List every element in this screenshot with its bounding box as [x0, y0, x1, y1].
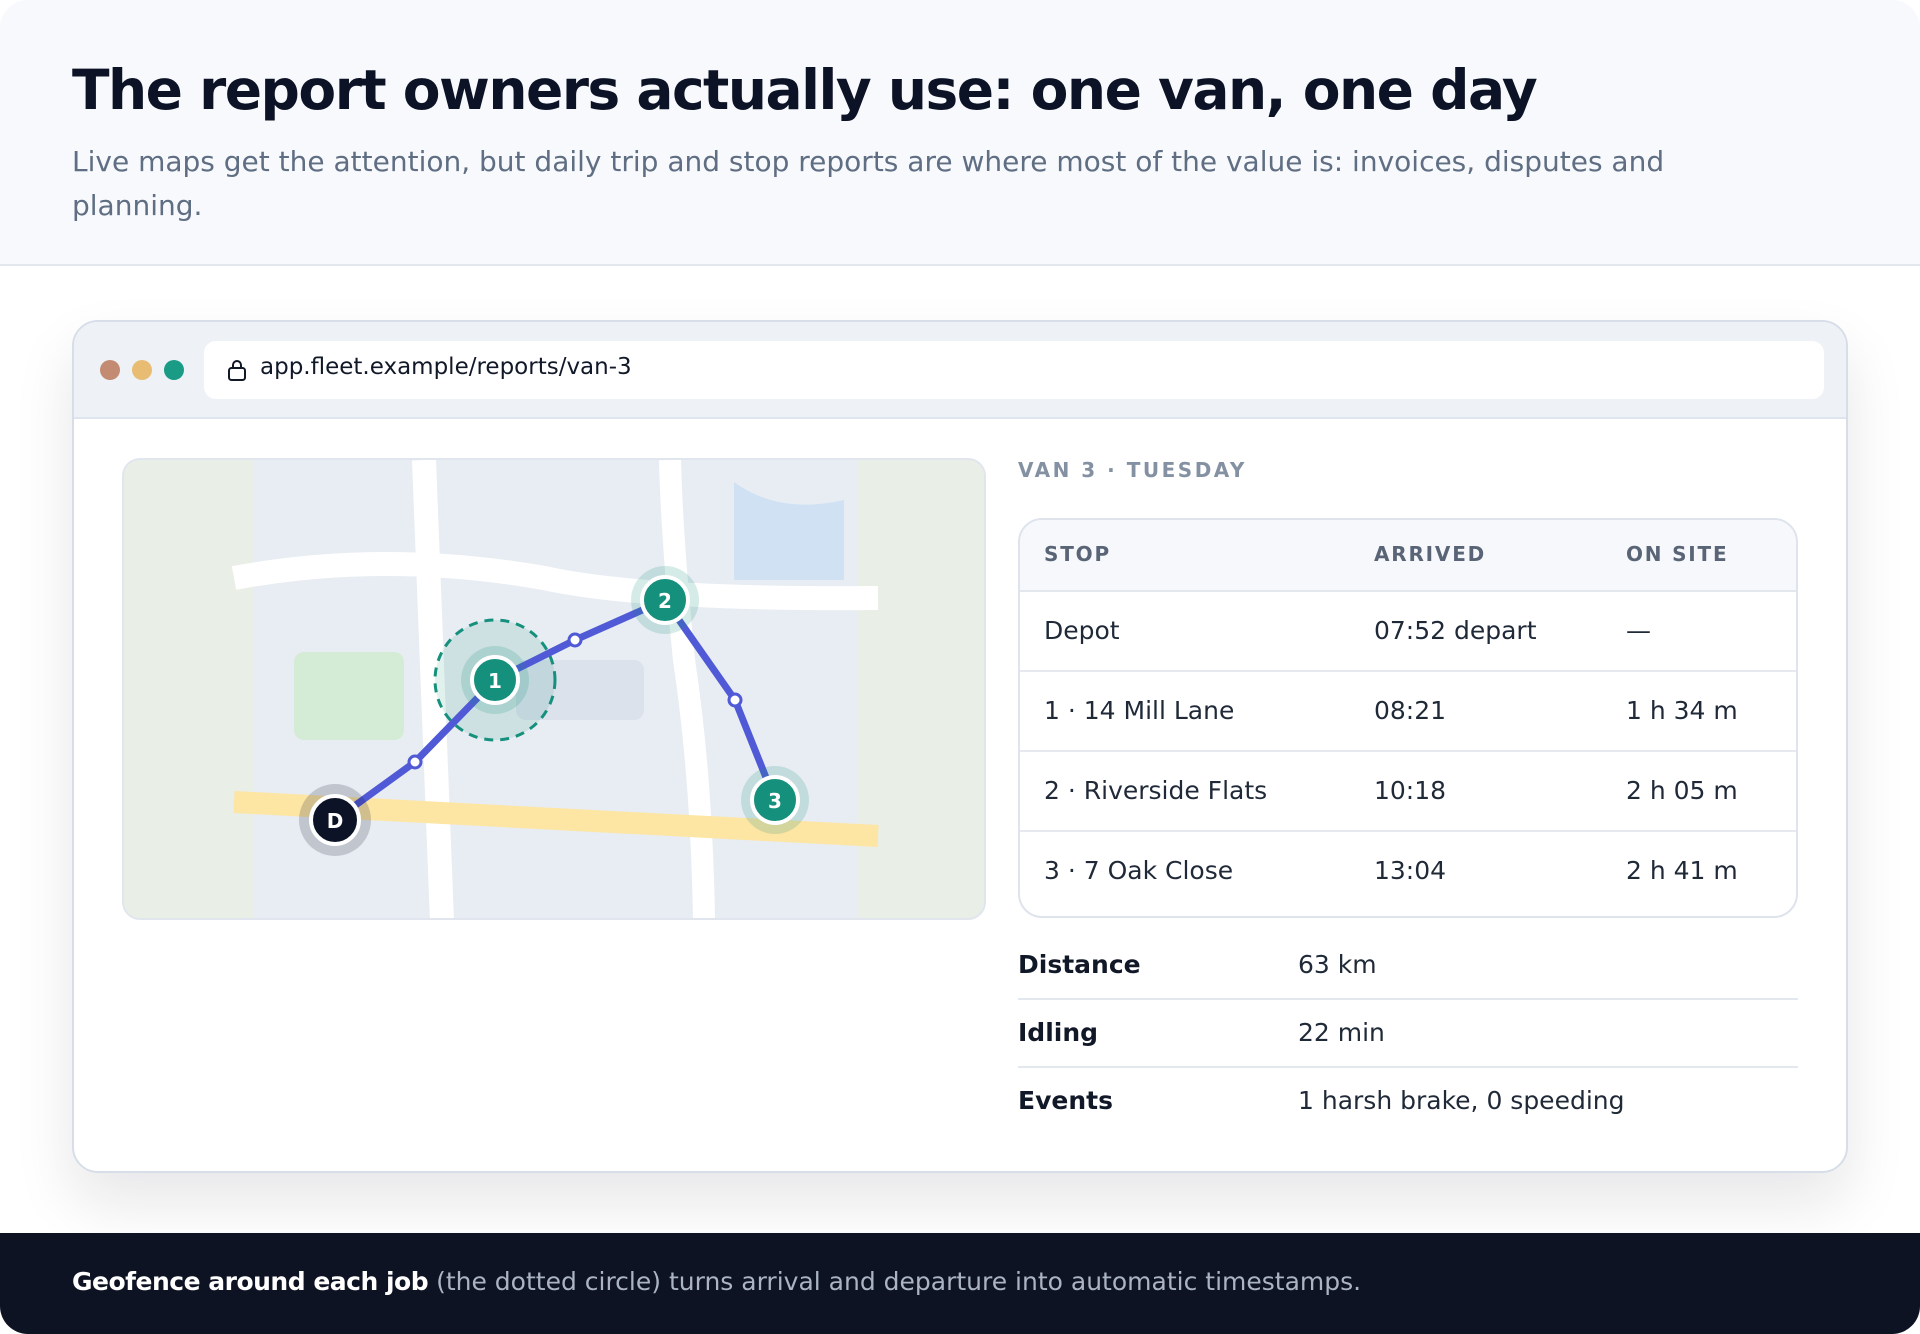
- route-waypoint: [567, 632, 583, 648]
- stop-3-marker[interactable]: 3: [741, 766, 809, 834]
- route-waypoint: [407, 754, 423, 770]
- report-label: VAN 3 · TUESDAY: [1018, 458, 1247, 482]
- browser-chrome: app.fleet.example/reports/van-3: [74, 322, 1846, 419]
- route-waypoint: [727, 692, 743, 708]
- arrived-cell: 13:04: [1374, 856, 1447, 885]
- column-header-stop: STOP: [1044, 542, 1111, 566]
- table-row[interactable]: Depot 07:52 depart —: [1020, 592, 1796, 672]
- address-bar[interactable]: app.fleet.example/reports/van-3: [204, 341, 1824, 399]
- summary-row-idling: Idling 22 min: [1018, 1000, 1798, 1068]
- table-row[interactable]: 1 · 14 Mill Lane 08:21 1 h 34 m: [1020, 672, 1796, 752]
- stops-table: STOP ARRIVED ON SITE Depot 07:52 depart …: [1018, 518, 1798, 918]
- on-site-cell: 1 h 34 m: [1626, 696, 1738, 725]
- on-site-cell: 2 h 05 m: [1626, 776, 1738, 805]
- on-site-cell: —: [1626, 616, 1651, 645]
- stop-cell: 2 · Riverside Flats: [1044, 776, 1268, 805]
- stop-1-marker[interactable]: 1: [461, 646, 529, 714]
- stop-1-marker-label: 1: [488, 669, 502, 693]
- summary-value: 1 harsh brake, 0 speeding: [1298, 1086, 1625, 1115]
- summary-row-distance: Distance 63 km: [1018, 932, 1798, 1000]
- stop-2-marker[interactable]: 2: [631, 566, 699, 634]
- arrived-cell: 08:21: [1374, 696, 1447, 725]
- header: The report owners actually use: one van,…: [0, 0, 1920, 266]
- maximize-window-button[interactable]: [164, 360, 184, 380]
- summary-key: Distance: [1018, 950, 1141, 979]
- footer-text: Geofence around each job (the dotted cir…: [72, 1267, 1872, 1296]
- road-vertical-2: [659, 460, 715, 918]
- browser-window: app.fleet.example/reports/van-3 1 2 3 D …: [72, 320, 1848, 1173]
- stop-cell: Depot: [1044, 616, 1120, 645]
- stops-table-header: STOP ARRIVED ON SITE: [1020, 520, 1796, 592]
- route-map-canvas: 1 2 3 D: [124, 460, 984, 918]
- depot-marker-label: D: [327, 809, 344, 833]
- table-row[interactable]: 2 · Riverside Flats 10:18 2 h 05 m: [1020, 752, 1796, 832]
- footer-caption: Geofence around each job (the dotted cir…: [0, 1233, 1920, 1334]
- stop-cell: 3 · 7 Oak Close: [1044, 856, 1234, 885]
- summary-key: Idling: [1018, 1018, 1099, 1047]
- page-subtitle: Live maps get the attention, but daily t…: [72, 145, 1665, 222]
- column-header-on-site: ON SITE: [1626, 542, 1729, 566]
- page-title: The report owners actually use: one van,…: [72, 58, 1538, 122]
- arrived-cell: 07:52 depart: [1374, 616, 1537, 645]
- water-area: [734, 482, 844, 580]
- table-row[interactable]: 3 · 7 Oak Close 13:04 2 h 41 m: [1020, 832, 1796, 912]
- park-area-right: [858, 460, 984, 918]
- page: The report owners actually use: one van,…: [0, 0, 1920, 1334]
- summary-row-events: Events 1 harsh brake, 0 speeding: [1018, 1068, 1798, 1136]
- green-block: [294, 652, 404, 740]
- minimize-window-button[interactable]: [132, 360, 152, 380]
- close-window-button[interactable]: [100, 360, 120, 380]
- route-map[interactable]: 1 2 3 D: [122, 458, 986, 920]
- stop-2-marker-label: 2: [658, 589, 672, 613]
- url-text: app.fleet.example/reports/van-3: [260, 354, 632, 380]
- summary-key: Events: [1018, 1086, 1113, 1115]
- column-header-arrived: ARRIVED: [1374, 542, 1487, 566]
- footer-emphasis: Geofence around each job: [72, 1267, 429, 1296]
- stop-cell: 1 · 14 Mill Lane: [1044, 696, 1235, 725]
- summary-value: 63 km: [1298, 950, 1377, 979]
- footer-description: (the dotted circle) turns arrival and de…: [428, 1267, 1362, 1296]
- depot-marker[interactable]: D: [299, 784, 371, 856]
- stop-3-marker-label: 3: [768, 789, 782, 813]
- park-area-left: [124, 460, 254, 918]
- arrived-cell: 10:18: [1374, 776, 1447, 805]
- on-site-cell: 2 h 41 m: [1626, 856, 1738, 885]
- lock-icon: [228, 360, 246, 381]
- summary-value: 22 min: [1298, 1018, 1385, 1047]
